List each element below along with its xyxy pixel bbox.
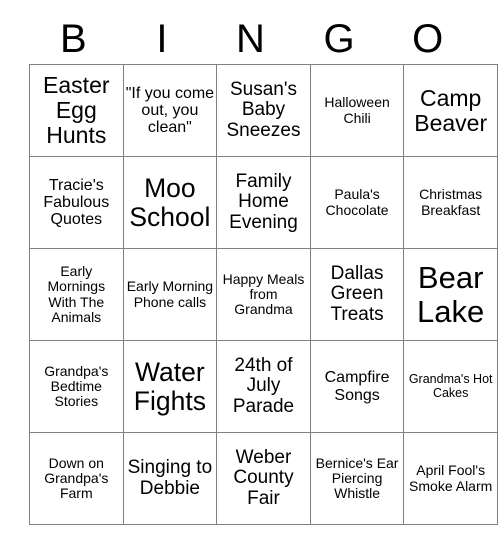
bingo-cell-g3[interactable]: Dallas Green Treats — [309, 248, 405, 341]
bingo-cell-i4[interactable]: Water Fights — [122, 340, 218, 433]
bingo-cell-b5[interactable]: Down on Grandpa's Farm — [29, 432, 124, 525]
bingo-cell-i3[interactable]: Early Morning Phone calls — [122, 248, 218, 341]
bingo-cell-label: Weber County Fair — [233, 446, 294, 509]
bingo-cell-label: Bernice's Ear Piercing Whistle — [315, 454, 399, 502]
bingo-cell-label: Down on Grandpa's Farm — [44, 454, 109, 502]
bingo-cell-n2[interactable]: Family Home Evening — [216, 156, 311, 249]
bingo-cell-n1[interactable]: Susan's Baby Sneezes — [216, 64, 311, 157]
bingo-cell-label: Early Morning Phone calls — [126, 278, 214, 310]
bingo-grid: Easter Egg Hunts "If you come out, you c… — [29, 64, 498, 525]
bingo-cell-label: 24th of July Parade — [232, 354, 295, 417]
bingo-row-3: Early Mornings With The Animals Early Mo… — [29, 248, 498, 341]
bingo-cell-g1[interactable]: Halloween Chili — [309, 64, 405, 157]
bingo-row-2: Tracie's Fabulous Quotes Moo School Fami… — [29, 156, 498, 249]
bingo-cell-o2[interactable]: Christmas Breakfast — [403, 156, 498, 249]
bingo-cell-label: Family Home Evening — [229, 170, 298, 233]
bingo-cell-label: Bear Lake — [417, 260, 485, 329]
bingo-cell-label: Happy Meals from Grandma — [222, 270, 305, 318]
bingo-cell-b4[interactable]: Grandpa's Bedtime Stories — [29, 340, 124, 433]
bingo-cell-label: Moo School — [129, 172, 211, 232]
bingo-cell-label: Grandpa's Bedtime Stories — [44, 362, 109, 410]
bingo-cell-label: Christmas Breakfast — [419, 186, 483, 218]
bingo-cell-b3[interactable]: Early Mornings With The Animals — [29, 248, 124, 341]
bingo-header-letter-g: G — [323, 17, 355, 61]
bingo-cell-n5[interactable]: Weber County Fair — [216, 432, 311, 525]
bingo-cell-o4[interactable]: Grandma's Hot Cakes — [403, 340, 498, 433]
bingo-cell-label: Early Mornings With The Animals — [47, 263, 106, 325]
bingo-header-row: B I N G O — [29, 14, 472, 64]
bingo-cell-o3[interactable]: Bear Lake — [403, 248, 498, 341]
bingo-cell-n3[interactable]: Happy Meals from Grandma — [216, 248, 311, 341]
bingo-cell-label: Water Fights — [133, 356, 206, 416]
bingo-cell-i5[interactable]: Singing to Debbie — [122, 432, 218, 525]
bingo-row-1: Easter Egg Hunts "If you come out, you c… — [29, 64, 498, 157]
bingo-header-letter-b: B — [59, 17, 87, 61]
bingo-cell-label: Paula's Chocolate — [325, 186, 389, 218]
bingo-cell-g2[interactable]: Paula's Chocolate — [309, 156, 405, 249]
bingo-cell-label: Susan's Baby Sneezes — [226, 78, 301, 141]
bingo-cell-label: "If you come out, you clean" — [125, 84, 215, 137]
bingo-cell-g5[interactable]: Bernice's Ear Piercing Whistle — [309, 432, 405, 525]
bingo-header-letter-n: N — [236, 17, 265, 61]
bingo-cell-label: Dallas Green Treats — [330, 262, 384, 325]
bingo-cell-o5[interactable]: April Fool's Smoke Alarm — [403, 432, 498, 525]
bingo-row-4: Grandpa's Bedtime Stories Water Fights 2… — [29, 340, 498, 433]
bingo-cell-label: Camp Beaver — [414, 84, 488, 136]
bingo-cell-n4[interactable]: 24th of July Parade — [216, 340, 311, 433]
bingo-header-letter-i: I — [156, 17, 168, 61]
bingo-cell-label: Singing to Debbie — [127, 456, 213, 499]
bingo-cell-g4[interactable]: Campfire Songs — [309, 340, 405, 433]
bingo-cell-b2[interactable]: Tracie's Fabulous Quotes — [29, 156, 124, 249]
bingo-row-5: Down on Grandpa's Farm Singing to Debbie… — [29, 432, 498, 525]
bingo-header-letter-o: O — [412, 17, 444, 61]
bingo-cell-b1[interactable]: Easter Egg Hunts — [29, 64, 124, 157]
bingo-cell-label: Halloween Chili — [324, 94, 390, 126]
bingo-card: B I N G O Easter Egg Hunts "If you come … — [29, 14, 498, 525]
bingo-cell-label: Grandma's Hot Cakes — [408, 372, 493, 400]
bingo-cell-label: Easter Egg Hunts — [43, 72, 110, 148]
bingo-cell-i2[interactable]: Moo School — [122, 156, 218, 249]
bingo-cell-label: Tracie's Fabulous Quotes — [43, 176, 110, 229]
bingo-cell-label: April Fool's Smoke Alarm — [409, 462, 493, 494]
bingo-cell-i1[interactable]: "If you come out, you clean" — [122, 64, 218, 157]
bingo-cell-label: Campfire Songs — [324, 369, 390, 404]
bingo-cell-o1[interactable]: Camp Beaver — [403, 64, 498, 157]
